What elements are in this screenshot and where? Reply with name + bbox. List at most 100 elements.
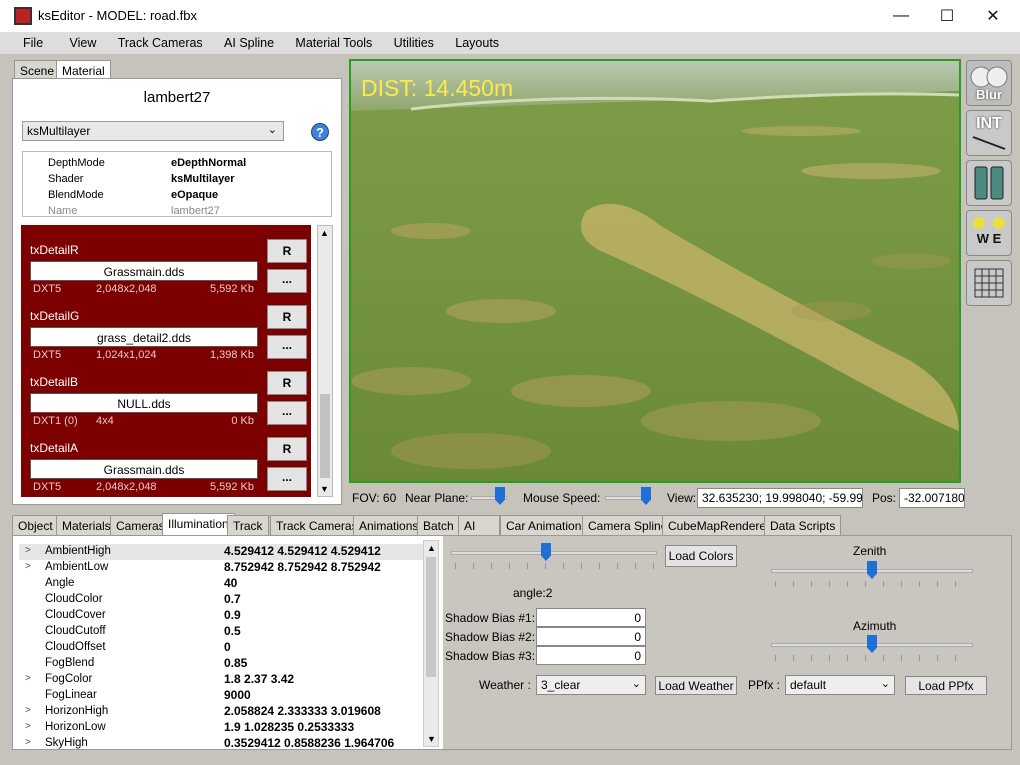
texture-scrollbar[interactable]: ▲ ▼	[317, 225, 333, 497]
weather-select[interactable]: 3_clear ⌄	[536, 675, 646, 695]
illumination-scrollbar[interactable]: ▲ ▼	[423, 540, 439, 747]
property-value[interactable]: 2.058824 2.333333 3.019608	[224, 704, 381, 718]
prop-row[interactable]: Name lambert27	[23, 204, 331, 220]
tab-materials[interactable]: Materials	[56, 515, 117, 535]
load-colors-button[interactable]: Load Colors	[665, 545, 737, 567]
lights-icon[interactable]: W E	[966, 210, 1012, 256]
chevron-right-icon[interactable]: >	[25, 545, 31, 556]
zenith-slider-thumb[interactable]	[867, 561, 877, 579]
mirror-icon[interactable]	[966, 160, 1012, 206]
shadow-bias-3-field[interactable]: 0	[536, 646, 646, 665]
property-value[interactable]: 0	[224, 640, 231, 654]
chevron-right-icon[interactable]: >	[25, 673, 31, 684]
view-coords-field[interactable]: 32.635230; 19.998040; -59.99874	[697, 488, 863, 508]
table-row[interactable]: CloudColor 0.7	[19, 592, 425, 608]
scrollbar-thumb[interactable]	[426, 557, 436, 677]
mouse-speed-slider-thumb[interactable]	[641, 487, 651, 505]
tab-illumination[interactable]: Illumination	[162, 513, 235, 535]
chevron-right-icon[interactable]: >	[25, 737, 31, 748]
tab-track[interactable]: Track	[227, 515, 269, 535]
tab-track-cameras[interactable]: Track Cameras	[270, 515, 364, 535]
table-row[interactable]: Angle 40	[19, 576, 425, 592]
sun-angle-slider[interactable]	[451, 551, 657, 555]
grid-icon[interactable]	[966, 260, 1012, 306]
tab-batch[interactable]: Batch	[417, 515, 460, 535]
maximize-button[interactable]: ☐	[924, 0, 970, 32]
scrollbar-thumb[interactable]	[320, 394, 330, 478]
reload-texture-button[interactable]: R	[267, 305, 307, 329]
azimuth-slider-thumb[interactable]	[867, 635, 877, 653]
chevron-right-icon[interactable]: >	[25, 561, 31, 572]
table-row[interactable]: > HorizonLow 1.9 1.028235 0.2533333	[19, 720, 425, 736]
property-value[interactable]: 0.3529412 0.8588236 1.964706	[224, 736, 394, 750]
3d-viewport[interactable]: DIST: 14.450m	[349, 59, 961, 483]
table-row[interactable]: > AmbientHigh 4.529412 4.529412 4.529412	[19, 544, 425, 560]
shadow-bias-2-field[interactable]: 0	[536, 627, 646, 646]
menu-file[interactable]: File	[23, 32, 43, 50]
table-row[interactable]: > AmbientLow 8.752942 8.752942 8.752942	[19, 560, 425, 576]
texture-file-field[interactable]: grass_detail2.dds	[30, 327, 258, 347]
hr-lr-icon[interactable]: INT	[966, 110, 1012, 156]
help-icon[interactable]: ?	[311, 123, 329, 141]
prop-row[interactable]: DepthMode eDepthNormal	[23, 156, 331, 172]
minimize-button[interactable]: —	[878, 0, 924, 32]
table-row[interactable]: FogLinear 9000	[19, 688, 425, 704]
close-button[interactable]: ✕	[970, 0, 1016, 32]
texture-file-field[interactable]: NULL.dds	[30, 393, 258, 413]
reload-texture-button[interactable]: R	[267, 371, 307, 395]
reload-texture-button[interactable]: R	[267, 437, 307, 461]
browse-texture-button[interactable]: ...	[267, 401, 307, 425]
table-row[interactable]: > HorizonHigh 2.058824 2.333333 3.019608	[19, 704, 425, 720]
property-value[interactable]: 0.5	[224, 624, 241, 638]
tab-scene[interactable]: Scene	[14, 60, 61, 80]
tab-object[interactable]: Object	[12, 515, 59, 535]
prop-row[interactable]: BlendMode eOpaque	[23, 188, 331, 204]
property-value[interactable]: 9000	[224, 688, 251, 702]
ppfx-select[interactable]: default ⌄	[785, 675, 895, 695]
table-row[interactable]: FogBlend 0.85	[19, 656, 425, 672]
reload-texture-button[interactable]: R	[267, 239, 307, 263]
chevron-down-icon[interactable]: ▼	[320, 484, 329, 494]
tab-data-scripts[interactable]: Data Scripts	[764, 515, 842, 535]
texture-file-field[interactable]: Grassmain.dds	[30, 261, 258, 281]
near-plane-slider-thumb[interactable]	[495, 487, 505, 505]
table-row[interactable]: CloudOffset 0	[19, 640, 425, 656]
prop-row[interactable]: Shader ksMultilayer	[23, 172, 331, 188]
table-row[interactable]: CloudCutoff 0.5	[19, 624, 425, 640]
table-row[interactable]: > FogColor 1.8 2.37 3.42	[19, 672, 425, 688]
property-value[interactable]: 1.9 1.028235 0.2533333	[224, 720, 354, 734]
chevron-right-icon[interactable]: >	[25, 721, 31, 732]
load-ppfx-button[interactable]: Load PPfx	[905, 676, 987, 695]
sun-angle-slider-thumb[interactable]	[541, 543, 551, 561]
tab-car-animations[interactable]: Car Animations	[500, 515, 594, 535]
browse-texture-button[interactable]: ...	[267, 269, 307, 293]
load-weather-button[interactable]: Load Weather	[655, 676, 737, 695]
tab-animations[interactable]: Animations	[353, 515, 425, 535]
property-value[interactable]: 40	[224, 576, 237, 590]
menu-utilities[interactable]: Utilities	[394, 32, 434, 50]
browse-texture-button[interactable]: ...	[267, 467, 307, 491]
chevron-down-icon[interactable]: ▼	[427, 734, 436, 744]
property-value[interactable]: 0.7	[224, 592, 241, 606]
menu-view[interactable]: View	[70, 32, 97, 50]
table-row[interactable]: CloudCover 0.9	[19, 608, 425, 624]
menu-ai-spline[interactable]: AI Spline	[224, 32, 274, 50]
property-value[interactable]: 4.529412 4.529412 4.529412	[224, 544, 381, 558]
property-value[interactable]: 8.752942 8.752942 8.752942	[224, 560, 381, 574]
tab-cubemap-renderer[interactable]: CubeMapRenderer	[662, 515, 777, 535]
menu-material-tools[interactable]: Material Tools	[295, 32, 372, 50]
gauge-icon[interactable]: Blur	[966, 60, 1012, 106]
tab-ai[interactable]: AI	[458, 515, 500, 535]
chevron-right-icon[interactable]: >	[25, 705, 31, 716]
property-value[interactable]: 0.9	[224, 608, 241, 622]
menu-layouts[interactable]: Layouts	[455, 32, 499, 50]
shadow-bias-1-field[interactable]: 0	[536, 608, 646, 627]
browse-texture-button[interactable]: ...	[267, 335, 307, 359]
chevron-up-icon[interactable]: ▲	[320, 228, 329, 238]
pos-coords-field[interactable]: -32.007180; 8	[899, 488, 965, 508]
texture-file-field[interactable]: Grassmain.dds	[30, 459, 258, 479]
table-row[interactable]: > SkyHigh 0.3529412 0.8588236 1.964706	[19, 736, 425, 752]
property-value[interactable]: 0.85	[224, 656, 247, 670]
chevron-up-icon[interactable]: ▲	[427, 543, 436, 553]
property-value[interactable]: 1.8 2.37 3.42	[224, 672, 294, 686]
